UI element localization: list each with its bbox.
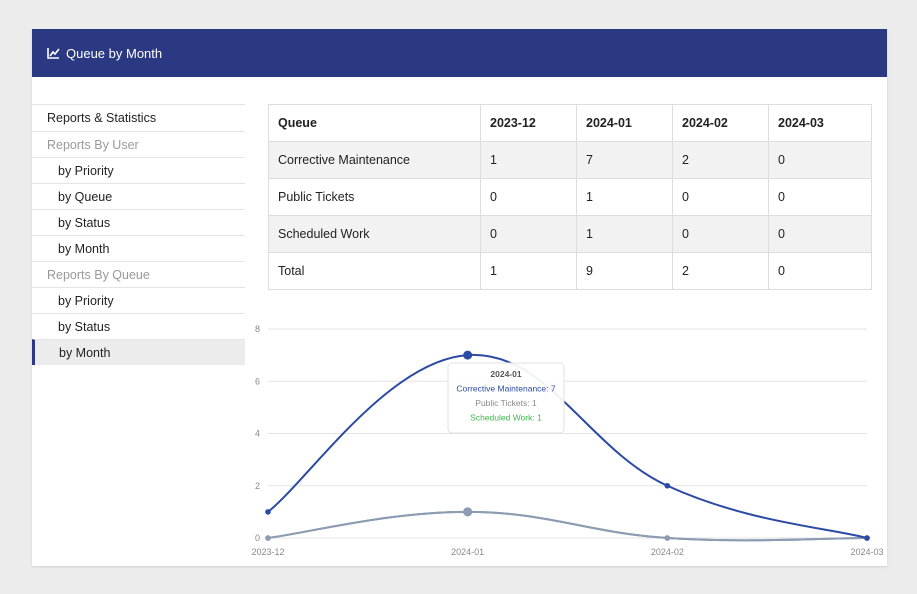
sidebar: Reports & Statistics Reports By User by … bbox=[32, 104, 245, 365]
table-cell: 0 bbox=[768, 215, 872, 253]
card-header: Queue by Month bbox=[32, 29, 887, 77]
y-tick-label: 2 bbox=[255, 481, 260, 491]
data-point bbox=[664, 535, 671, 541]
table-cell: 1 bbox=[576, 178, 673, 216]
sidebar-group-reports-by-user[interactable]: Reports By User bbox=[32, 131, 245, 157]
table-row: Corrective Maintenance 1 7 2 0 bbox=[268, 141, 872, 179]
sidebar-group-reports-by-queue[interactable]: Reports By Queue bbox=[32, 261, 245, 287]
sidebar-item-user-by-queue[interactable]: by Queue bbox=[32, 183, 245, 209]
table-cell: 0 bbox=[672, 215, 769, 253]
x-tick-label: 2024-03 bbox=[850, 547, 883, 557]
y-tick-label: 6 bbox=[255, 376, 260, 386]
table-cell: Total bbox=[268, 252, 481, 290]
data-point bbox=[664, 482, 671, 489]
table-cell: 9 bbox=[576, 252, 673, 290]
x-tick-label: 2024-02 bbox=[651, 547, 684, 557]
table-cell: 0 bbox=[480, 178, 577, 216]
table-row: Scheduled Work 0 1 0 0 bbox=[268, 215, 872, 253]
table-cell: 2 bbox=[672, 141, 769, 179]
table-header-row: Queue 2023-12 2024-01 2024-02 2024-03 bbox=[268, 104, 872, 142]
table-cell: 0 bbox=[768, 178, 872, 216]
x-tick-label: 2024-01 bbox=[451, 547, 484, 557]
table-cell: 1 bbox=[576, 215, 673, 253]
data-point bbox=[463, 507, 473, 517]
series-line-1 bbox=[267, 510, 868, 542]
report-card: Queue by Month Reports & Statistics Repo… bbox=[32, 29, 887, 566]
table-cell: Public Tickets bbox=[268, 178, 481, 216]
table-cell: 2 bbox=[672, 252, 769, 290]
table-cell: 1 bbox=[480, 252, 577, 290]
queue-line-chart: 0 2 4 6 8 2023-12 2024-01 2024-02 2024-03 2024-01… bbox=[251, 324, 883, 557]
sidebar-item-user-by-priority[interactable]: by Priority bbox=[32, 157, 245, 183]
series-line-2 bbox=[267, 510, 868, 542]
data-point bbox=[864, 535, 870, 541]
sidebar-item-queue-by-priority[interactable]: by Priority bbox=[32, 287, 245, 313]
card-title: Queue by Month bbox=[66, 45, 163, 61]
table-cell: 0 bbox=[768, 252, 872, 290]
sidebar-item-user-by-status[interactable]: by Status bbox=[32, 209, 245, 235]
y-tick-label: 0 bbox=[255, 533, 260, 543]
y-tick-label: 8 bbox=[255, 324, 260, 334]
data-point bbox=[463, 350, 473, 360]
table-cell: Scheduled Work bbox=[268, 215, 481, 253]
table-cell: 0 bbox=[480, 215, 577, 253]
table-cell: 7 bbox=[576, 141, 673, 179]
data-point bbox=[265, 509, 271, 515]
sidebar-item-queue-by-status[interactable]: by Status bbox=[32, 313, 245, 339]
sidebar-item-reports-statistics[interactable]: Reports & Statistics bbox=[32, 104, 245, 131]
tooltip-line: Scheduled Work: 1 bbox=[470, 413, 542, 423]
table-cell: 0 bbox=[768, 141, 872, 179]
table-row: Total 1 9 2 0 bbox=[268, 252, 872, 290]
table-row: Public Tickets 0 1 0 0 bbox=[268, 178, 872, 216]
column-header: 2024-02 bbox=[672, 104, 769, 142]
table-cell: 0 bbox=[672, 178, 769, 216]
tooltip-line: Corrective Maintenance: 7 bbox=[456, 384, 555, 394]
queue-table: Queue 2023-12 2024-01 2024-02 2024-03 Co… bbox=[268, 104, 872, 290]
tooltip-line: Public Tickets: 1 bbox=[475, 398, 537, 408]
sidebar-item-user-by-month[interactable]: by Month bbox=[32, 235, 245, 261]
tooltip-title: 2024-01 bbox=[490, 369, 521, 379]
column-header: 2024-01 bbox=[576, 104, 673, 142]
x-tick-label: 2023-12 bbox=[251, 547, 284, 557]
series-line-0 bbox=[267, 354, 868, 539]
column-header: Queue bbox=[268, 104, 481, 142]
column-header: 2024-03 bbox=[768, 104, 872, 142]
data-point bbox=[265, 535, 271, 541]
column-header: 2023-12 bbox=[480, 104, 577, 142]
table-cell: 1 bbox=[480, 141, 577, 179]
sidebar-item-queue-by-month[interactable]: by Month bbox=[32, 339, 245, 365]
y-tick-label: 4 bbox=[255, 429, 260, 439]
table-cell: Corrective Maintenance bbox=[268, 141, 481, 179]
line-chart-icon bbox=[47, 47, 60, 59]
